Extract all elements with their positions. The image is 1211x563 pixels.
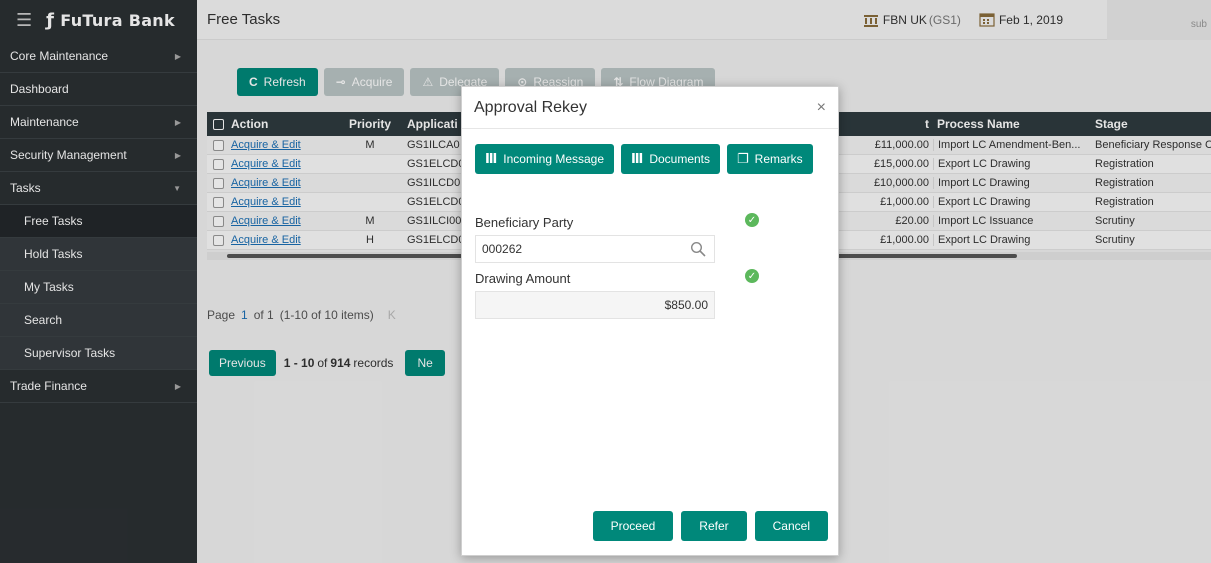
approval-rekey-dialog: Approval Rekey × Ⅲ Incoming Message Ⅲ Docu… <box>461 86 839 556</box>
beneficiary-party-value: 000262 <box>482 242 523 256</box>
check-circle-icon: ✓ <box>745 269 759 283</box>
remarks-button[interactable]: ❐ Remarks <box>727 144 813 174</box>
cancel-button[interactable]: Cancel <box>754 511 828 541</box>
dialog-tabs: Ⅲ Incoming Message Ⅲ Documents ❐ Remarks <box>475 144 813 174</box>
beneficiary-party-input[interactable]: 000262 <box>475 235 715 263</box>
beneficiary-party-label: Beneficiary Party <box>475 215 574 230</box>
documents-label: Documents <box>649 152 711 166</box>
proceed-button[interactable]: Proceed <box>592 511 674 541</box>
incoming-message-label: Incoming Message <box>503 152 605 166</box>
check-circle-icon: ✓ <box>745 213 759 227</box>
documents-button[interactable]: Ⅲ Documents <box>621 144 721 174</box>
dialog-title: Approval Rekey <box>474 98 587 116</box>
search-icon[interactable] <box>690 241 706 257</box>
comments-icon: ❐ <box>737 151 749 166</box>
library-icon: Ⅲ <box>485 151 498 166</box>
drawing-amount-label: Drawing Amount <box>475 271 571 286</box>
remarks-label: Remarks <box>754 152 803 166</box>
library-icon: Ⅲ <box>631 151 644 166</box>
dialog-footer: Proceed Refer Cancel <box>592 511 828 541</box>
refer-button[interactable]: Refer <box>681 511 747 541</box>
close-icon[interactable]: × <box>817 99 826 117</box>
dialog-header: Approval Rekey × <box>462 87 838 129</box>
incoming-message-button[interactable]: Ⅲ Incoming Message <box>475 144 615 174</box>
drawing-amount-input[interactable]: $850.00 <box>475 291 715 319</box>
drawing-amount-value: $850.00 <box>664 298 708 312</box>
